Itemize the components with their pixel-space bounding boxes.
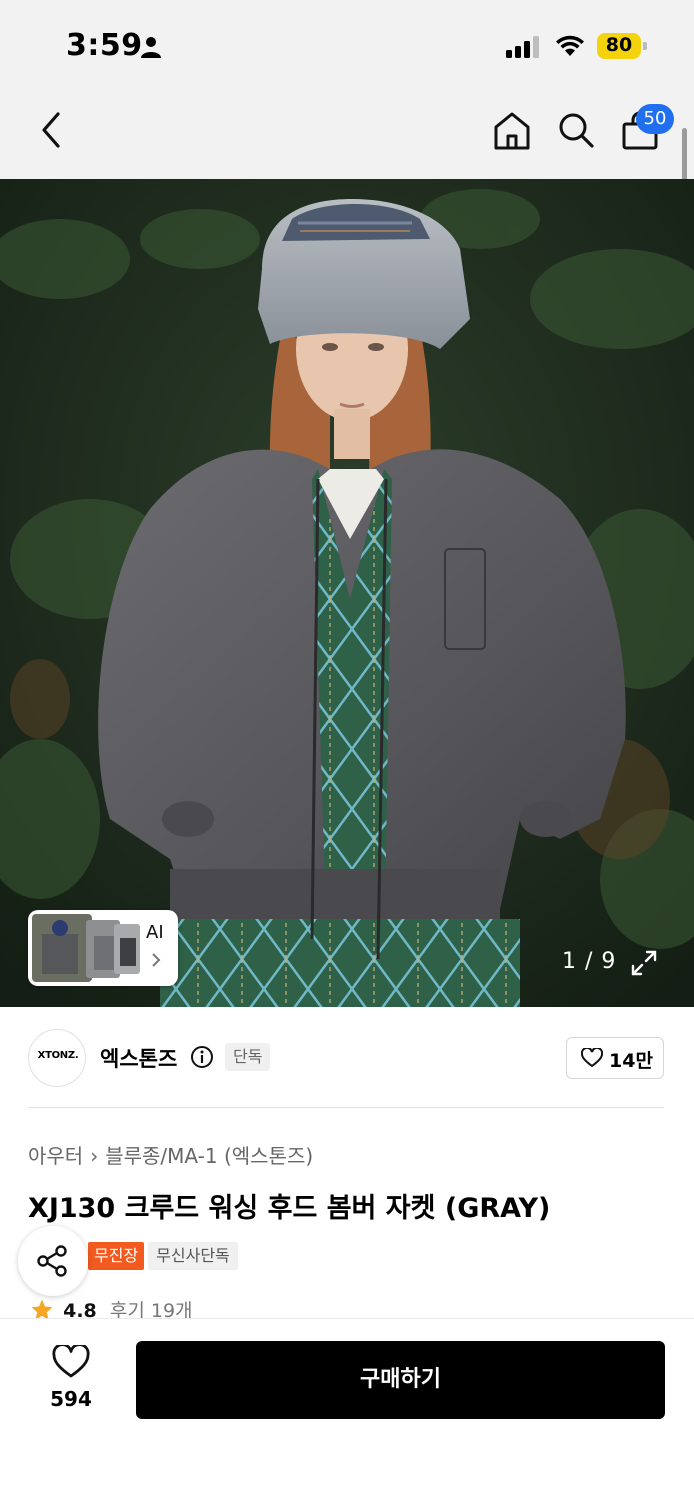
breadcrumb: 아우터 › 블루종/MA-1 (엑스톤즈) (28, 1140, 313, 1169)
tag-mujinjang: 무진장 (88, 1242, 145, 1270)
share-button[interactable] (18, 1226, 88, 1296)
back-icon[interactable] (36, 110, 66, 150)
battery-level: 80 (605, 34, 633, 56)
wifi-icon (556, 35, 584, 56)
cart-count-badge: 50 (636, 104, 674, 134)
buy-button[interactable]: 구매하기 (136, 1341, 665, 1419)
ai-label: AI (146, 922, 164, 943)
section-divider (28, 1107, 664, 1108)
brand-logo[interactable]: XTONZ. (28, 1029, 86, 1087)
product-photo (0, 179, 694, 1007)
tag-musinsa-exclusive: 무신사단독 (148, 1242, 238, 1270)
ai-styling-card[interactable]: AI (28, 910, 178, 986)
breadcrumb-item-subcategory[interactable]: 블루종/MA-1 (엑스톤즈) (105, 1144, 313, 1168)
home-icon[interactable] (492, 110, 532, 152)
exclusive-tag: 단독 (225, 1043, 271, 1071)
signal-icon (506, 36, 539, 58)
breadcrumb-item-category[interactable]: 아우터 (28, 1144, 83, 1168)
product-tags: 무진장 무신사단독 (88, 1242, 238, 1270)
battery-indicator: 80 (597, 33, 647, 59)
heart-icon[interactable] (52, 1345, 90, 1379)
gallery-page-counter: 1 / 9 (562, 949, 617, 974)
breadcrumb-separator-icon: › (90, 1144, 99, 1168)
product-image-gallery[interactable]: AI 1 / 9 (0, 179, 694, 1007)
brand-name[interactable]: 엑스톤즈 (100, 1043, 177, 1073)
status-time: 3:59 (66, 28, 143, 63)
person-icon (141, 37, 161, 58)
share-icon (37, 1245, 67, 1277)
top-nav-bar: 50 (0, 90, 694, 179)
brand-like-button[interactable]: 14만 (566, 1037, 664, 1079)
search-icon[interactable] (556, 110, 596, 150)
battery-cap (643, 42, 647, 50)
product-title: XJ130 크루드 워싱 후드 봄버 자켓 (GRAY) (28, 1193, 551, 1224)
brand-row: XTONZ. 엑스톤즈 단독 14만 (0, 1007, 694, 1107)
status-bar: 3:59 80 (0, 0, 694, 90)
bottom-action-bar: 594 구매하기 (0, 1318, 694, 1500)
expand-icon[interactable] (630, 949, 658, 977)
chevron-right-icon (152, 953, 161, 967)
heart-icon (581, 1048, 603, 1068)
product-like-count: 594 (50, 1387, 92, 1411)
ai-thumbnails (32, 914, 140, 982)
brand-logo-text: XTONZ. (37, 1050, 79, 1061)
info-icon[interactable] (190, 1045, 214, 1069)
brand-like-count: 14만 (609, 1050, 653, 1072)
